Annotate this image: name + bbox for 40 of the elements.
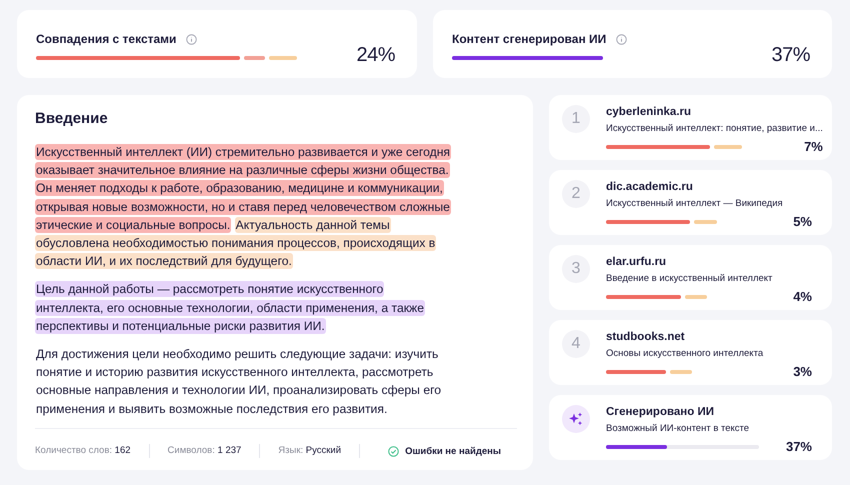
source-title: Искусственный интеллект: понятие, развитие и... (606, 123, 823, 134)
source-site: elar.urfu.ru (606, 256, 668, 268)
rank-number: 3 (562, 255, 590, 283)
stat-text: Символов: 1 237 (168, 444, 260, 458)
percentage: 5% (793, 214, 812, 229)
percentage: 24% (356, 44, 395, 66)
info-icon[interactable] (186, 34, 198, 44)
source-card[interactable]: 3 elar.urfu.ru Введение в искусственный интеллект 4% (549, 245, 832, 310)
sparkle-icon (568, 411, 584, 427)
source-card[interactable]: 1 cyberleninka.ru Искусственный интеллект: понятие, развитие и... 7% (549, 95, 832, 160)
stat-text: Язык: Русский (278, 444, 360, 458)
rank-number: 4 (562, 330, 590, 358)
percentage: 3% (793, 364, 812, 379)
stat-text: Количество слов: 162 (35, 444, 150, 458)
ai-card[interactable]: Сгенерировано ИИ Возможный ИИ-контент в тексте 37% (549, 395, 832, 460)
source-title: Возможный ИИ-контент в тексте (606, 423, 750, 434)
percentage: 37% (786, 439, 812, 454)
source-site: studbooks.net (606, 331, 686, 343)
percentage: 7% (804, 139, 823, 154)
percentage: 37% (771, 44, 810, 66)
source-title: Искусственный интеллект — Википедия (606, 198, 784, 209)
source-site: dic.academic.ru (606, 181, 694, 193)
source-title: Основы искусственного интеллекта (606, 348, 764, 359)
rank-number: 2 (562, 180, 590, 208)
card-title: Контент сгенерирован ИИ (452, 32, 606, 46)
status-text: Ошибки не найдены (405, 446, 501, 457)
source-site: cyberleninka.ru (606, 106, 692, 118)
rank-number: 1 (562, 105, 590, 133)
paragraph: Цель данной работы — рассмотреть понятие искусственного интеллекта, его основные технологии, области применения, а также перспективы и потенциальные риски развития ИИ. (35, 280, 426, 336)
check-circle-icon (388, 446, 400, 457)
paragraph: Искусственный интеллект (ИИ) стремительно развивается и уже сегодня оказывает значительное влияние на различные сферы жизни общества. Он меняет подходы к работе, образованию, медицине и коммуникации, открывая новые возможности, но и ставя перед человечеством сложные этические и социальные вопросы. Актуальность данной темы обусловлена необходимостью понимания процессов, происходящих в области ИИ, и их последствий для будущего. (35, 143, 451, 270)
info-icon[interactable] (616, 34, 628, 44)
source-card[interactable]: 4 studbooks.net Основы искусственного интеллекта 3% (549, 320, 832, 385)
source-site: Сгенерировано ИИ (606, 406, 715, 418)
card-title: Совпадения с текстами (36, 32, 176, 46)
percentage: 4% (793, 289, 812, 304)
paragraph: Для достижения цели необходимо решить следующие задачи: изучить понятие и историю развития искусственного интеллекта, рассмотреть основные направления и технологии ИИ, проанализировать сферы его применения и выявить возможные последствия его развития. (35, 346, 442, 418)
document-title: Введение (35, 109, 109, 129)
source-card[interactable]: 2 dic.academic.ru Искусственный интеллект — Википедия 5% (549, 170, 832, 235)
source-title: Введение в искусственный интеллект (606, 273, 774, 284)
